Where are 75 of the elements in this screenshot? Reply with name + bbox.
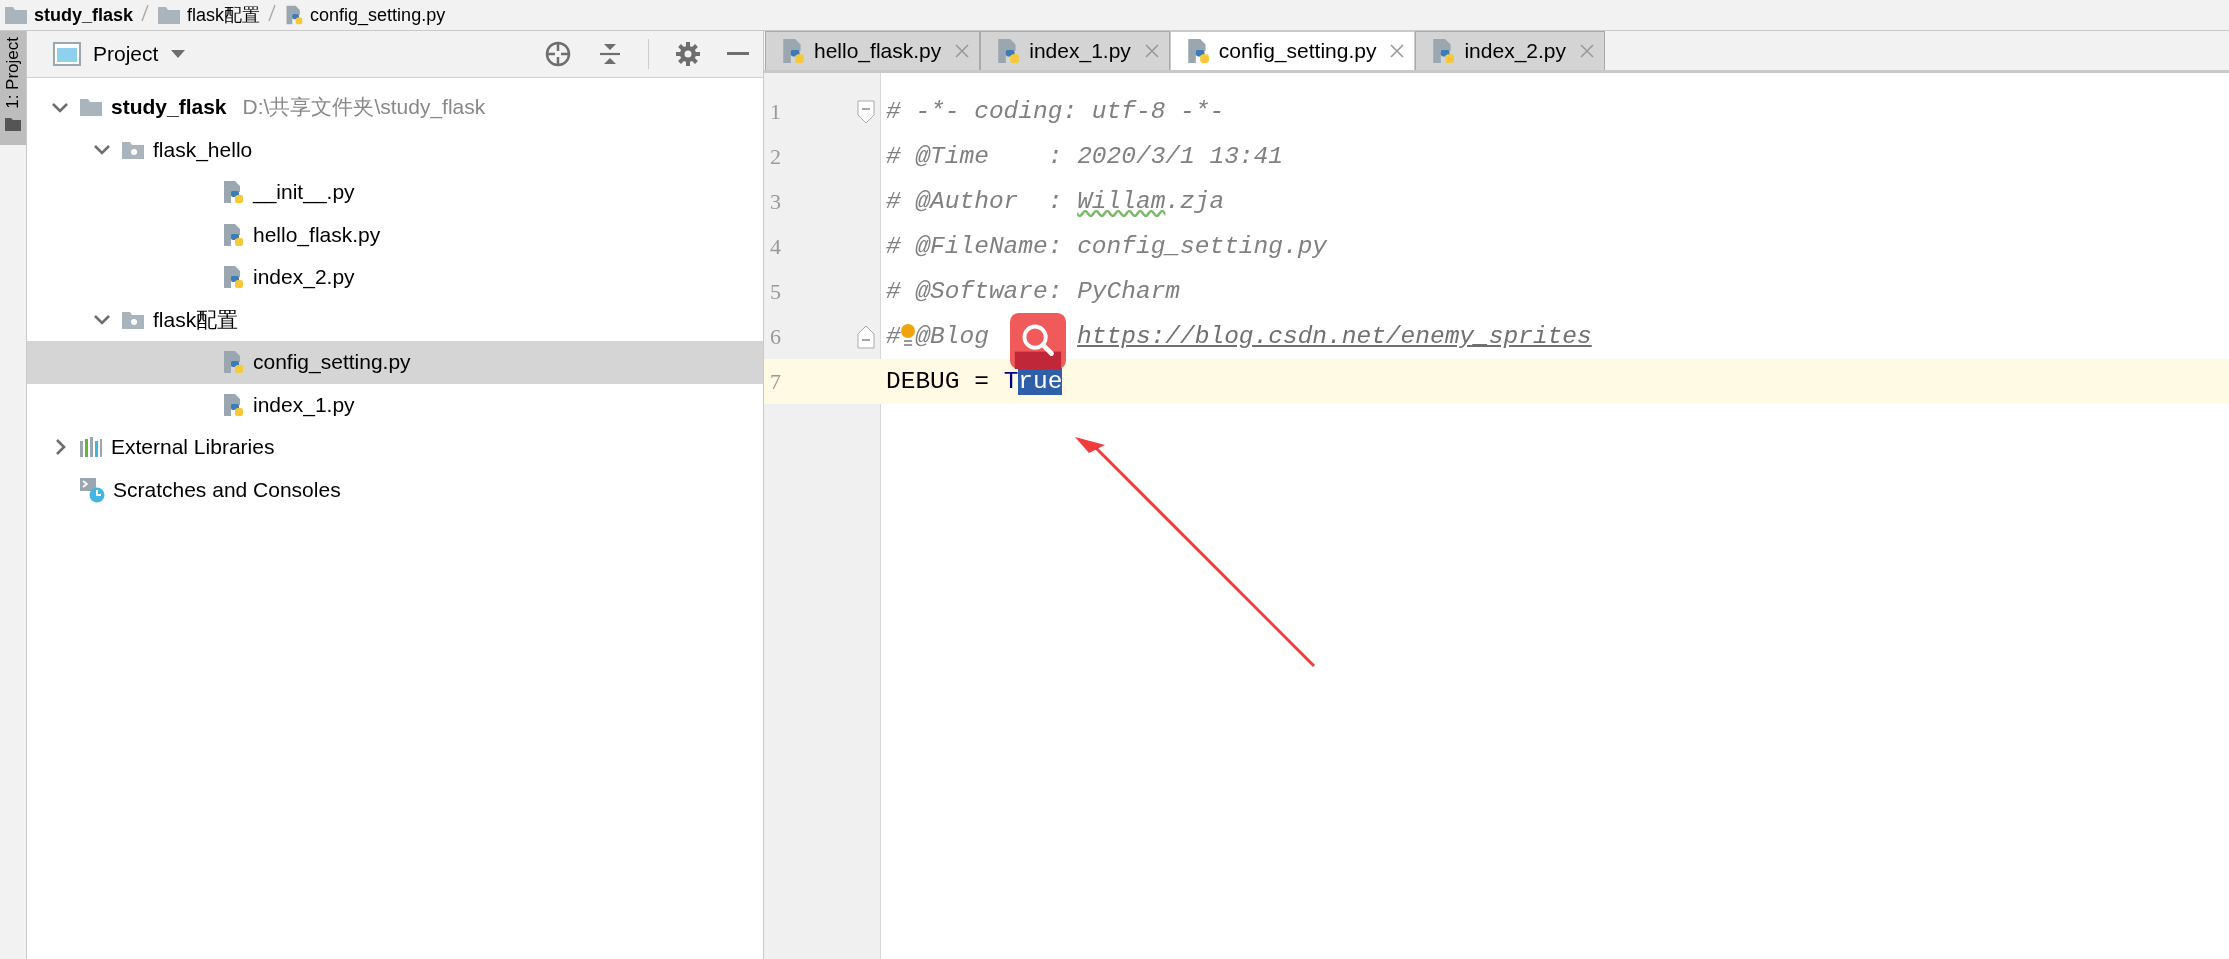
code-comment: # [886, 323, 901, 350]
libraries-icon [79, 436, 103, 459]
misspelled-word: Willam [1077, 188, 1166, 215]
line-number: 4 [769, 233, 782, 260]
fold-icon[interactable] [857, 99, 875, 124]
python-file-icon [1430, 38, 1457, 64]
line-number: 1 [769, 98, 782, 125]
fold-icon[interactable] [857, 324, 875, 349]
tree-item[interactable]: hello_flask.py [27, 213, 763, 256]
breadcrumb-item[interactable]: config_setting.py [310, 4, 446, 26]
code-comment: # @FileName: config_setting.py [886, 233, 1328, 260]
line-number: 5 [769, 278, 782, 305]
search-icon[interactable] [1010, 313, 1066, 369]
editor-tab[interactable]: index_2.py [1415, 31, 1605, 70]
folder-icon [121, 309, 145, 330]
breadcrumb-item[interactable]: study_flask [34, 4, 134, 26]
separator-icon [268, 3, 277, 22]
line-number: 6 [769, 323, 782, 350]
locate-icon[interactable] [544, 40, 572, 68]
folder-icon [157, 5, 182, 25]
folder-icon [4, 5, 28, 25]
breadcrumb-item[interactable]: flask配置 [187, 3, 261, 27]
tree-item[interactable]: study_flask D:\共享文件夹\study_flask [27, 86, 763, 129]
minimize-icon[interactable] [727, 52, 749, 56]
tree-item[interactable]: External Libraries [27, 426, 763, 469]
code-text: DEBUG = [886, 368, 990, 395]
tree-item[interactable]: index_1.py [27, 383, 763, 426]
editor-tab[interactable]: config_setting.py [1169, 31, 1416, 70]
collapse-all-icon[interactable] [598, 41, 622, 67]
project-path: D:\共享文件夹\study_flask [242, 94, 486, 121]
project-view-dropdown[interactable]: Project [47, 42, 193, 66]
close-icon[interactable] [1390, 44, 1405, 58]
line-number: 3 [769, 188, 782, 215]
line-number: 7 [769, 368, 782, 395]
code-comment: # @Time : 2020/3/1 13:41 [886, 143, 1283, 170]
code-comment: # @Software: PyCharm [886, 278, 1181, 305]
tree-item[interactable]: index_2.py [27, 256, 763, 299]
scratches-icon [79, 476, 105, 503]
editor-tab[interactable]: index_1.py [980, 31, 1170, 70]
tool-window-tab[interactable]: 1: Project [0, 31, 26, 145]
selected-text: rue [1018, 368, 1063, 395]
tree-item[interactable]: __init__.py [27, 171, 763, 214]
code-comment: .zja [1165, 188, 1225, 215]
tree-item-label: study_flask [111, 95, 227, 120]
python-file-icon [221, 180, 245, 205]
editor-tab[interactable]: hello_flask.py [765, 31, 981, 70]
line-number: 2 [769, 143, 782, 170]
python-file-icon [221, 350, 245, 375]
code-comment: # @Author : [886, 188, 1064, 215]
folder-icon [5, 116, 21, 131]
lightbulb-icon[interactable] [901, 323, 916, 347]
chevron-down-icon[interactable] [93, 314, 111, 326]
chevron-down-icon[interactable] [51, 101, 69, 113]
code-comment: @Blog [915, 323, 989, 350]
code-comment: # -*- coding: utf-8 -*- [886, 98, 1225, 125]
separator-icon [141, 3, 150, 22]
python-file-icon [284, 5, 305, 25]
folder-icon [121, 139, 145, 160]
python-file-icon [221, 392, 245, 417]
tree-item[interactable]: Scratches and Consoles [27, 468, 763, 511]
settings-icon[interactable] [675, 41, 701, 67]
python-file-icon [995, 38, 1022, 64]
folder-icon [79, 97, 103, 118]
tree-item[interactable]: flask_hello [27, 128, 763, 171]
tree-item[interactable]: config_setting.py [27, 341, 763, 384]
tree-item[interactable]: flask配置 [27, 298, 763, 341]
chevron-down-icon[interactable] [93, 144, 111, 156]
link[interactable]: https://blog.csdn.net/enemy_sprites [1077, 323, 1592, 350]
caret-icon [170, 49, 187, 59]
chevron-right-icon[interactable] [54, 438, 66, 457]
python-file-icon [221, 265, 245, 290]
python-file-icon [780, 38, 806, 64]
window-icon [53, 42, 81, 66]
code-keyword: T [1003, 368, 1019, 395]
python-file-icon [221, 222, 245, 247]
